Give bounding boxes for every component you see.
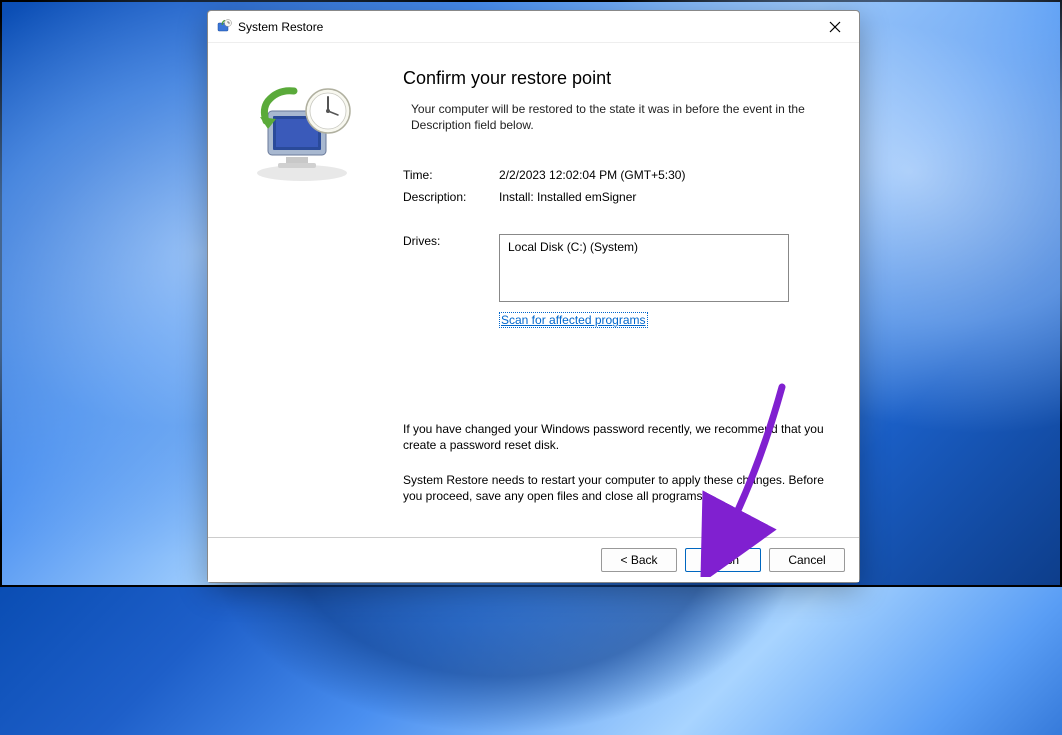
time-value: 2/2/2023 12:02:04 PM (GMT+5:30): [499, 168, 685, 182]
time-row: Time: 2/2/2023 12:02:04 PM (GMT+5:30): [403, 168, 829, 182]
titlebar: System Restore: [208, 11, 859, 43]
page-description: Your computer will be restored to the st…: [403, 101, 829, 133]
close-button[interactable]: [812, 13, 857, 41]
system-restore-dialog: System Restore: [207, 10, 860, 583]
dialog-content: Confirm your restore point Your computer…: [208, 43, 859, 537]
password-warning: If you have changed your Windows passwor…: [403, 421, 829, 453]
page-heading: Confirm your restore point: [403, 68, 829, 89]
scan-affected-programs-link[interactable]: Scan for affected programs: [499, 312, 648, 328]
drives-label: Drives:: [403, 234, 499, 302]
description-label: Description:: [403, 190, 499, 204]
finish-button[interactable]: Finish: [685, 548, 761, 572]
wizard-sidebar: [208, 43, 393, 537]
wizard-main: Confirm your restore point Your computer…: [393, 43, 859, 537]
description-value: Install: Installed emSigner: [499, 190, 636, 204]
system-restore-large-icon: [246, 83, 366, 183]
description-row: Description: Install: Installed emSigner: [403, 190, 829, 204]
drives-row: Drives: Local Disk (C:) (System): [403, 234, 829, 302]
time-label: Time:: [403, 168, 499, 182]
cancel-button[interactable]: Cancel: [769, 548, 845, 572]
system-restore-icon: [216, 19, 232, 35]
drives-listbox[interactable]: Local Disk (C:) (System): [499, 234, 789, 302]
warning-text: If you have changed your Windows passwor…: [403, 421, 829, 522]
back-button[interactable]: < Back: [601, 548, 677, 572]
window-title: System Restore: [238, 20, 812, 34]
close-icon: [829, 21, 841, 33]
dialog-footer: < Back Finish Cancel: [208, 537, 859, 582]
drive-item[interactable]: Local Disk (C:) (System): [508, 240, 780, 254]
restart-warning: System Restore needs to restart your com…: [403, 472, 829, 504]
